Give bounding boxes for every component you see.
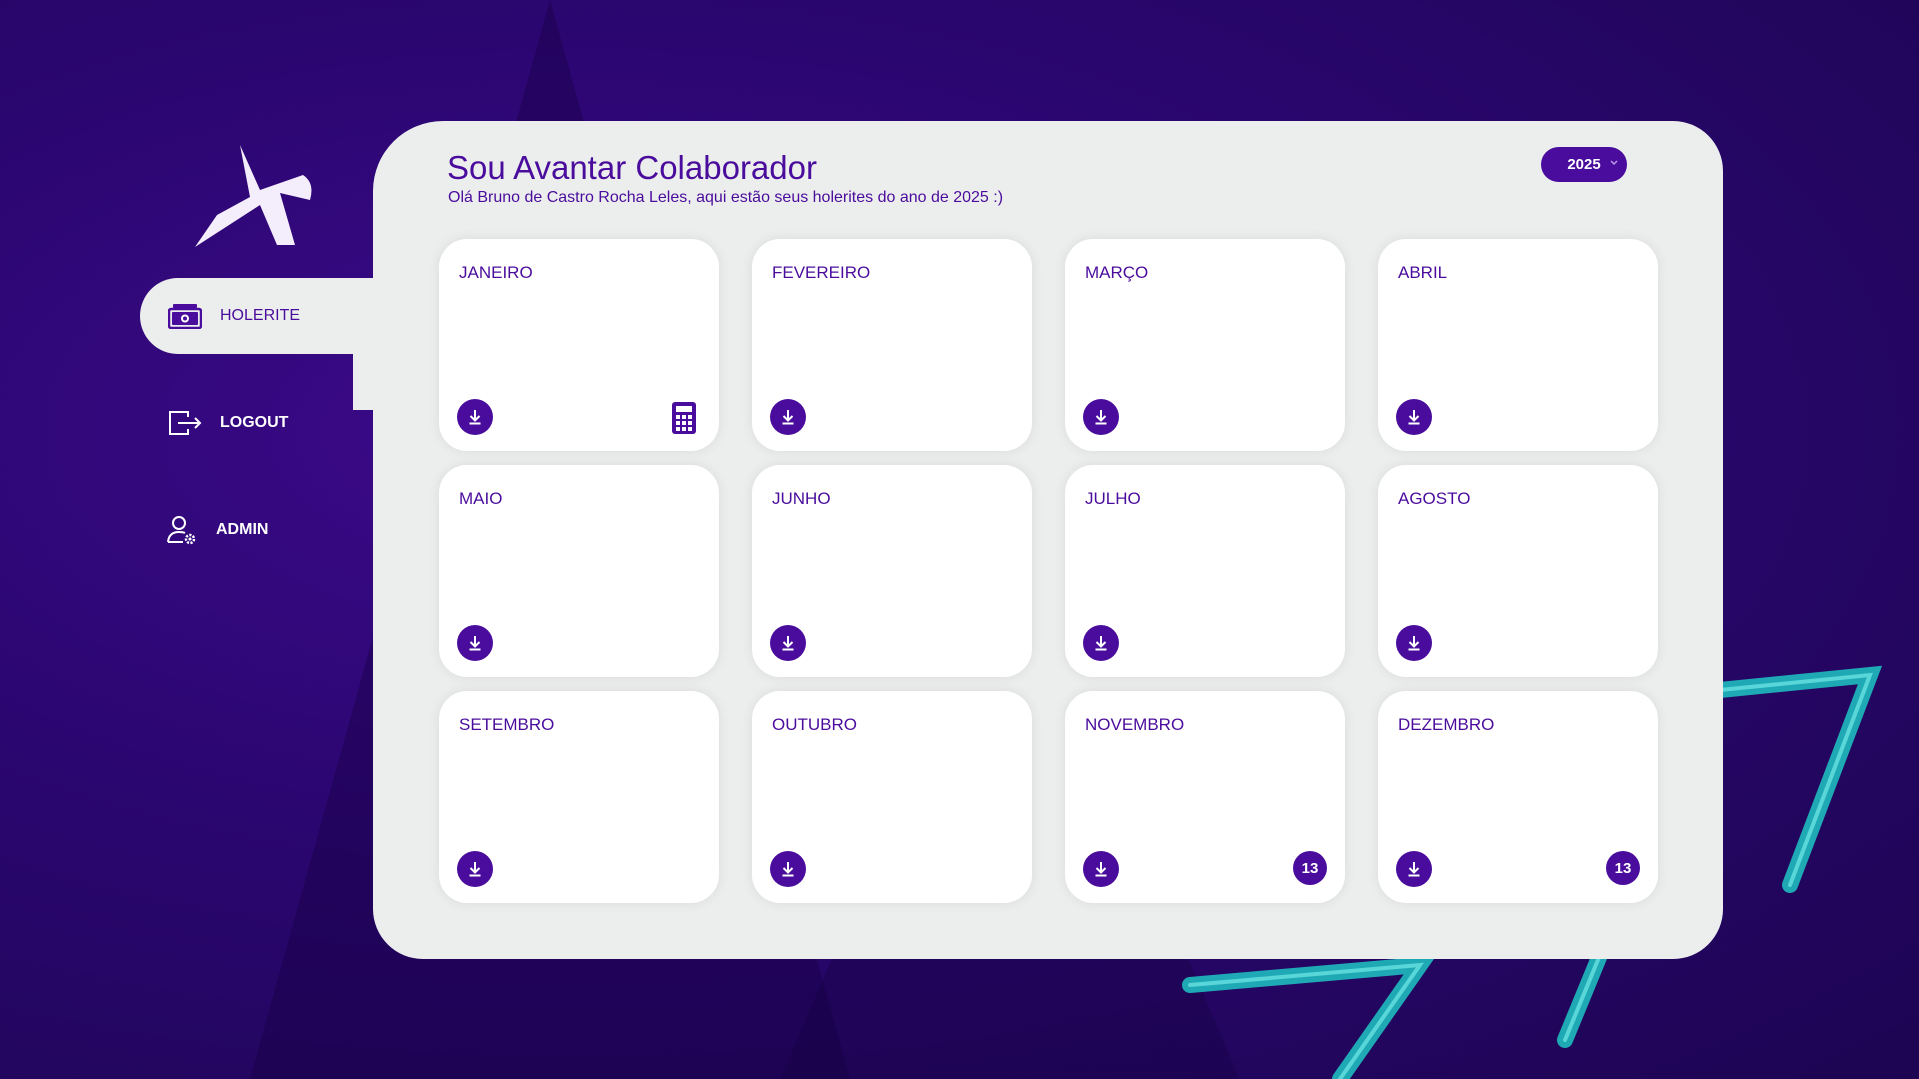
month-label: JULHO: [1085, 489, 1141, 508]
month-card: OUTUBRO: [752, 691, 1032, 903]
month-label: OUTUBRO: [772, 715, 857, 734]
admin-user-gear-icon: [167, 516, 196, 545]
download-icon: [1095, 410, 1107, 425]
month-card: FEVEREIRO: [752, 239, 1032, 451]
sidebar-item-label: LOGOUT: [220, 414, 289, 431]
download-icon: [1095, 862, 1107, 877]
avantar-logo: [195, 145, 312, 247]
month-label: AGOSTO: [1398, 489, 1471, 508]
month-label: DEZEMBRO: [1398, 715, 1495, 734]
download-icon: [782, 862, 794, 877]
download-button[interactable]: [770, 625, 806, 661]
sidebar-item-admin[interactable]: ADMIN: [140, 492, 373, 568]
sidebar-item-holerite[interactable]: HOLERITE: [140, 278, 373, 354]
download-button[interactable]: [770, 399, 806, 435]
download-icon: [782, 410, 794, 425]
download-button[interactable]: [1083, 625, 1119, 661]
month-card: NOVEMBRO 13: [1065, 691, 1345, 903]
download-icon: [469, 410, 481, 425]
month-card: DEZEMBRO 13: [1378, 691, 1658, 903]
month-label: JUNHO: [772, 489, 831, 508]
download-icon: [1408, 862, 1420, 877]
month-card: JUNHO: [752, 465, 1032, 677]
sidebar-item-label: ADMIN: [216, 521, 269, 538]
month-label: ABRIL: [1398, 263, 1448, 282]
month-label: SETEMBRO: [459, 715, 555, 734]
logout-icon: [169, 411, 202, 435]
download-icon: [1408, 410, 1420, 425]
year-select-value: 2025: [1567, 156, 1601, 173]
download-icon: [782, 636, 794, 651]
month-card: JANEIRO: [439, 239, 719, 451]
year-select[interactable]: 2025: [1541, 147, 1627, 182]
download-icon: [469, 862, 481, 877]
download-icon: [1408, 636, 1420, 651]
download-button[interactable]: [1396, 851, 1432, 887]
download-button[interactable]: [457, 399, 493, 435]
month-label: NOVEMBRO: [1085, 715, 1185, 734]
month-label: MAIO: [459, 489, 503, 508]
page-title: Sou Avantar Colaborador: [447, 149, 817, 186]
download-button[interactable]: [1083, 399, 1119, 435]
month-grid: JANEIRO FEVEREIRO MARÇO ABRIL MAIO JUNHO JULHO…: [439, 239, 1658, 903]
money-icon: [168, 304, 202, 329]
thirteenth-salary-button[interactable]: 13: [1606, 851, 1640, 885]
sidebar: HOLERITE LOGOUT ADMIN: [140, 120, 373, 680]
download-icon: [1095, 636, 1107, 651]
download-button[interactable]: [1083, 851, 1119, 887]
download-button[interactable]: [457, 625, 493, 661]
download-icon: [469, 636, 481, 651]
calculator-icon: [672, 402, 696, 434]
download-button[interactable]: [1396, 399, 1432, 435]
sidebar-item-label: HOLERITE: [220, 307, 301, 324]
month-label: FEVEREIRO: [772, 263, 871, 282]
month-label: MARÇO: [1085, 263, 1149, 282]
month-card: JULHO: [1065, 465, 1345, 677]
calculator-button[interactable]: [671, 401, 697, 435]
month-card: MAIO: [439, 465, 719, 677]
download-button[interactable]: [770, 851, 806, 887]
sidebar-item-logout[interactable]: LOGOUT: [140, 385, 373, 461]
thirteenth-salary-button[interactable]: 13: [1293, 851, 1327, 885]
month-card: AGOSTO: [1378, 465, 1658, 677]
month-card: ABRIL: [1378, 239, 1658, 451]
month-card: SETEMBRO: [439, 691, 719, 903]
main-panel: Sou Avantar Colaborador Olá Bruno de Cas…: [373, 121, 1723, 959]
download-button[interactable]: [457, 851, 493, 887]
chevron-down-icon: [1610, 160, 1618, 166]
month-label: JANEIRO: [459, 263, 533, 282]
download-button[interactable]: [1396, 625, 1432, 661]
month-card: MARÇO: [1065, 239, 1345, 451]
page-subtitle: Olá Bruno de Castro Rocha Leles, aqui es…: [448, 189, 1004, 206]
